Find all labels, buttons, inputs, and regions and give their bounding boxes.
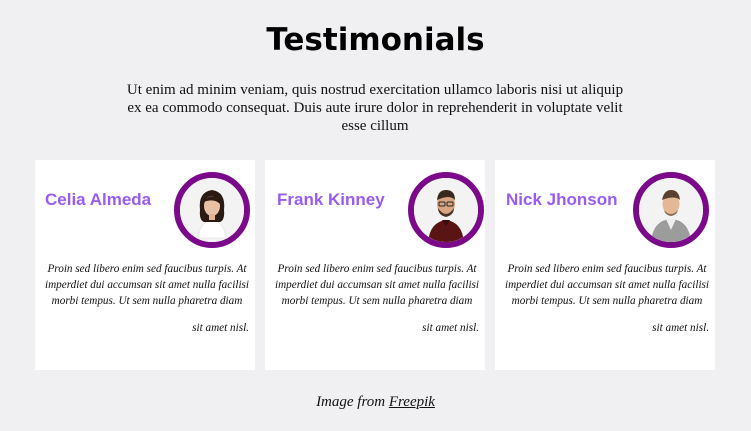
testimonial-quote-end: sit amet nisl. xyxy=(652,322,709,334)
image-credit: Image from Freepik xyxy=(0,394,751,411)
avatar xyxy=(174,172,250,248)
testimonial-quote-end: sit amet nisl. xyxy=(192,322,249,334)
page-title: Testimonials xyxy=(266,22,485,58)
testimonial-name: Frank Kinney xyxy=(277,190,385,209)
avatar-photo-woman-icon xyxy=(180,178,244,242)
testimonial-quote-end: sit amet nisl. xyxy=(422,322,479,334)
testimonial-card: Nick Jhonson Proin sed libero enim sed f… xyxy=(495,160,715,370)
testimonial-quote: Proin sed libero enim sed faucibus turpi… xyxy=(44,263,250,307)
testimonial-name: Celia Almeda xyxy=(45,190,152,209)
testimonial-quote: Proin sed libero enim sed faucibus turpi… xyxy=(504,263,710,307)
testimonial-name: Nick Jhonson xyxy=(506,190,618,209)
testimonial-cards: Celia Almeda Proin sed libero enim sed f… xyxy=(35,160,716,370)
avatar-photo-man-icon xyxy=(414,178,478,242)
credit-prefix: Image from xyxy=(316,394,386,410)
testimonial-card: Celia Almeda Proin sed libero enim sed f… xyxy=(35,160,255,370)
intro-paragraph: Ut enim ad minim veniam, quis nostrud ex… xyxy=(126,82,624,134)
testimonial-card: Frank Kinney Proin sed libero enim sed f… xyxy=(265,160,485,370)
avatar xyxy=(408,172,484,248)
freepik-link[interactable]: Freepik xyxy=(389,394,435,410)
avatar xyxy=(633,172,709,248)
avatar-photo-man-icon xyxy=(639,178,703,242)
testimonial-quote: Proin sed libero enim sed faucibus turpi… xyxy=(274,263,480,307)
